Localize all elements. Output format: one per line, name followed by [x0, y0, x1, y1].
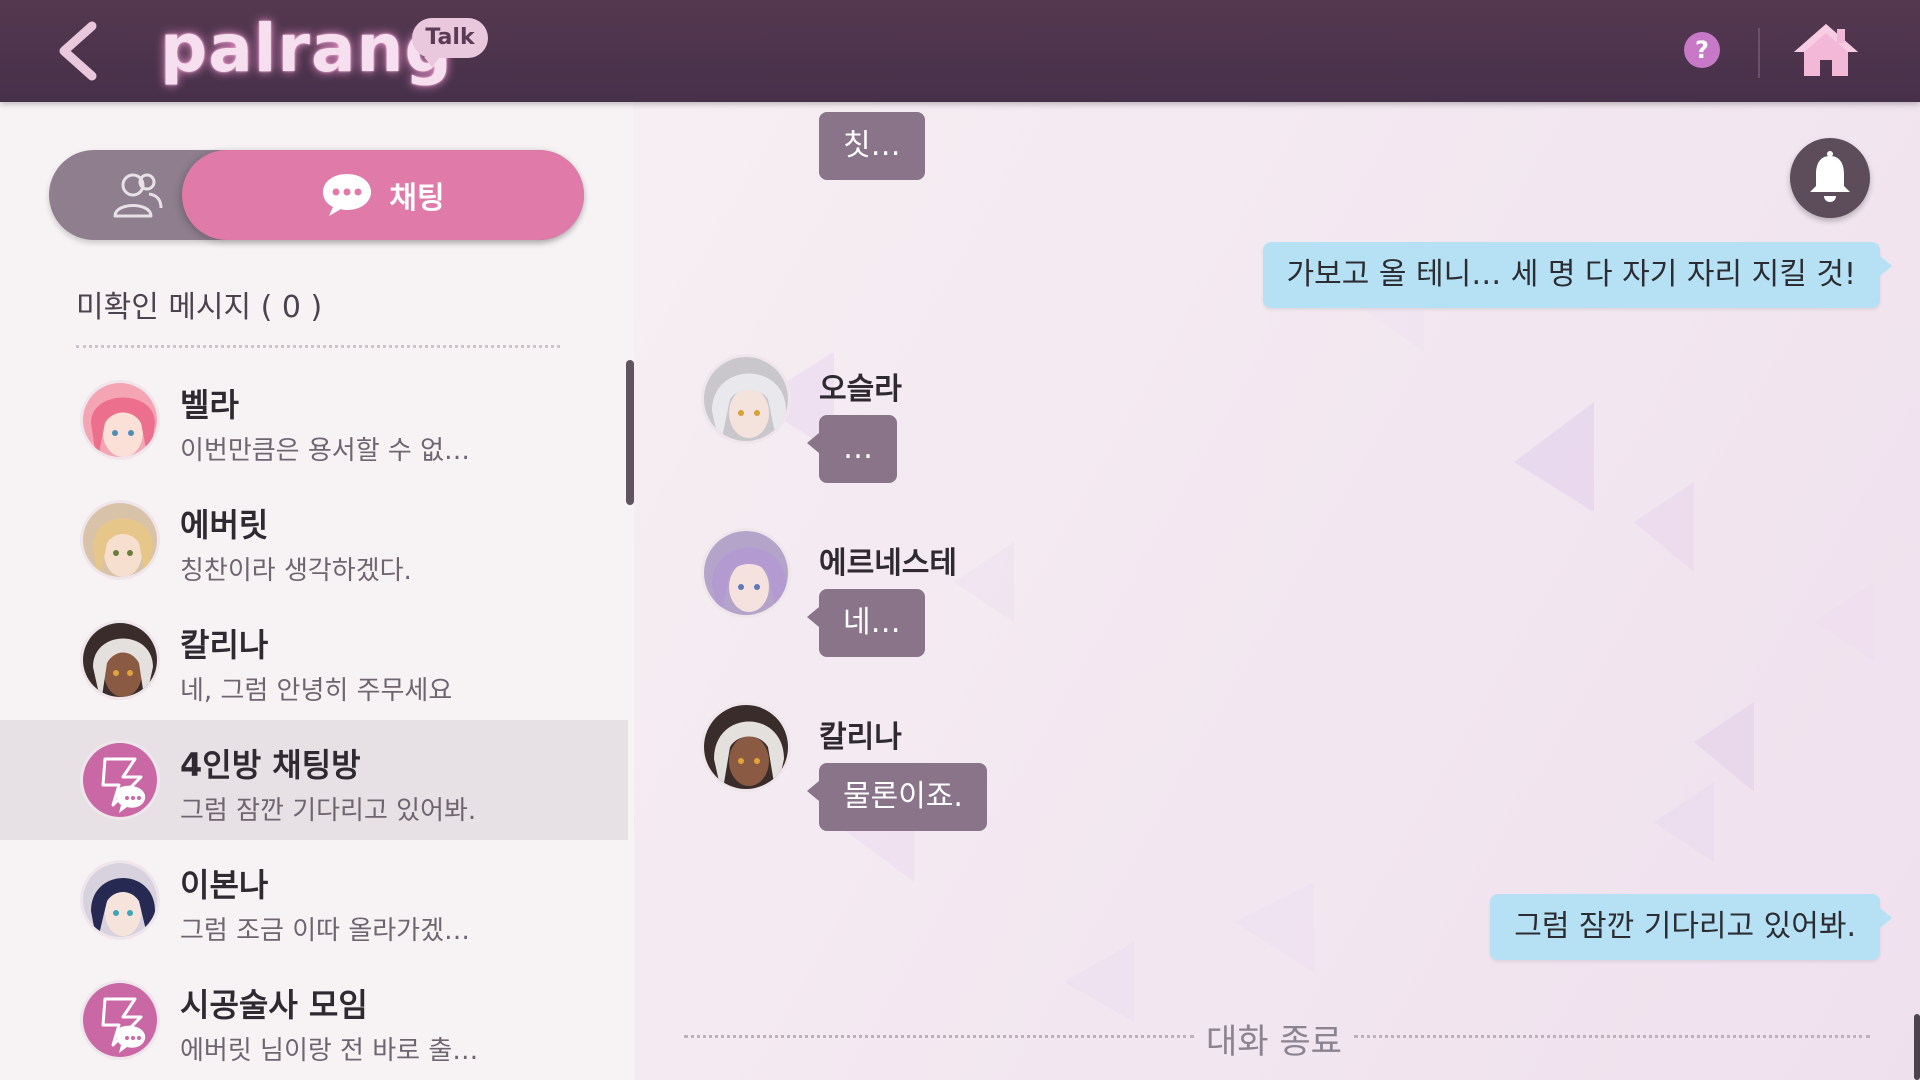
chat-name: 칼리나 [180, 626, 269, 664]
message-bubble: … [807, 415, 897, 483]
tab-chat[interactable]: 채팅 [182, 150, 584, 240]
topbar-divider [1758, 28, 1760, 78]
group-chat-icon [83, 983, 157, 1057]
chat-item-kalina[interactable]: 칼리나 네, 그럼 안녕히 주무세요 [0, 600, 628, 720]
unread-messages-title: 미확인 메시지 ( 0 ) [76, 290, 323, 325]
tab-friends[interactable] [109, 168, 165, 224]
chat-preview: 이번만큼은 용서할 수 없… [180, 436, 470, 466]
sender-name: 칼리나 [819, 720, 902, 755]
chat-sidebar: 채팅 미확인 메시지 ( 0 ) 벨라 이번만큼은 용서할 수 없… 에버릿 칭… [0, 102, 634, 1080]
my-message-bubble: 가보고 올 테니… 세 명 다 자기 자리 지킬 것! [1262, 242, 1893, 308]
avatar [80, 380, 160, 460]
tab-chat-label: 채팅 [389, 181, 445, 216]
conversation-end-label: 대화 종료 [1206, 1022, 1342, 1062]
app-logo: palrang [160, 10, 453, 87]
everit-avatar-icon [83, 503, 157, 577]
chat-list: 벨라 이번만큼은 용서할 수 없… 에버릿 칭찬이라 생각하겠다. 칼리나 네,… [0, 360, 628, 1080]
chat-preview: 에버릿 님이랑 전 바로 출… [180, 1036, 479, 1066]
chat-preview: 그럼 조금 이따 올라가겠… [180, 916, 470, 946]
chat-preview: 그럼 잠깐 기다리고 있어봐. [180, 796, 477, 826]
chat-name: 시공술사 모임 [180, 986, 368, 1024]
avatar[interactable] [701, 702, 791, 792]
group-chat-icon [83, 743, 157, 817]
help-button[interactable]: ? [1684, 32, 1720, 68]
ivonna-avatar-icon [83, 863, 157, 937]
sender-name: 에르네스테 [819, 546, 957, 581]
kalina-avatar-icon [83, 623, 157, 697]
help-icon: ? [1695, 36, 1709, 64]
friends-icon [113, 173, 163, 218]
notification-button[interactable] [1790, 138, 1870, 218]
home-button[interactable] [1790, 20, 1862, 80]
top-bar: palrang Talk ? [0, 0, 1920, 102]
avatar [80, 980, 160, 1060]
talk-badge: Talk [412, 18, 488, 67]
bella-avatar-icon [83, 383, 157, 457]
conversation-scrollbar[interactable] [1914, 1014, 1920, 1080]
view-toggle: 채팅 [49, 150, 584, 240]
chat-preview: 칭찬이라 생각하겠다. [180, 556, 412, 586]
end-divider-left [684, 1035, 1194, 1038]
chat-item-time-mage-group[interactable]: 시공술사 모임 에버릿 님이랑 전 바로 출… [0, 960, 628, 1080]
chat-name: 이본나 [180, 866, 269, 904]
sidebar-divider [76, 345, 560, 348]
chat-preview: 네, 그럼 안녕히 주무세요 [180, 676, 453, 706]
end-divider-right [1354, 1035, 1870, 1038]
back-button[interactable] [50, 18, 110, 84]
chat-list-scrollbar[interactable] [626, 360, 634, 505]
conversation-panel: 칫… 가보고 올 테니… 세 명 다 자기 자리 지킬 것! 오슬라 … 에르네… [634, 102, 1920, 1080]
avatar[interactable] [701, 528, 791, 618]
chat-item-bella[interactable]: 벨라 이번만큼은 용서할 수 없… [0, 360, 628, 480]
avatar [80, 740, 160, 820]
chat-bubble-icon [323, 174, 372, 216]
bell-icon [1810, 151, 1850, 202]
avatar [80, 500, 160, 580]
home-icon [1794, 24, 1858, 76]
avatar [80, 860, 160, 940]
chat-item-ivonna[interactable]: 이본나 그럼 조금 이따 올라가겠… [0, 840, 628, 960]
my-message-bubble: 그럼 잠깐 기다리고 있어봐. [1490, 894, 1892, 960]
message-bubble: 칫… [819, 112, 925, 180]
message-bubble: 네… [807, 589, 925, 657]
avatar [80, 620, 160, 700]
back-arrow-icon [59, 21, 97, 81]
chat-name: 에버릿 [180, 506, 269, 544]
chat-name: 4인방 채팅방 [180, 746, 361, 784]
message-bubble: 물론이죠. [807, 763, 987, 831]
chat-item-everit[interactable]: 에버릿 칭찬이라 생각하겠다. [0, 480, 628, 600]
chat-item-group-4[interactable]: 4인방 채팅방 그럼 잠깐 기다리고 있어봐. [0, 720, 628, 840]
avatar[interactable] [701, 354, 791, 444]
chat-name: 벨라 [180, 386, 239, 424]
sender-name: 오슬라 [819, 372, 902, 407]
